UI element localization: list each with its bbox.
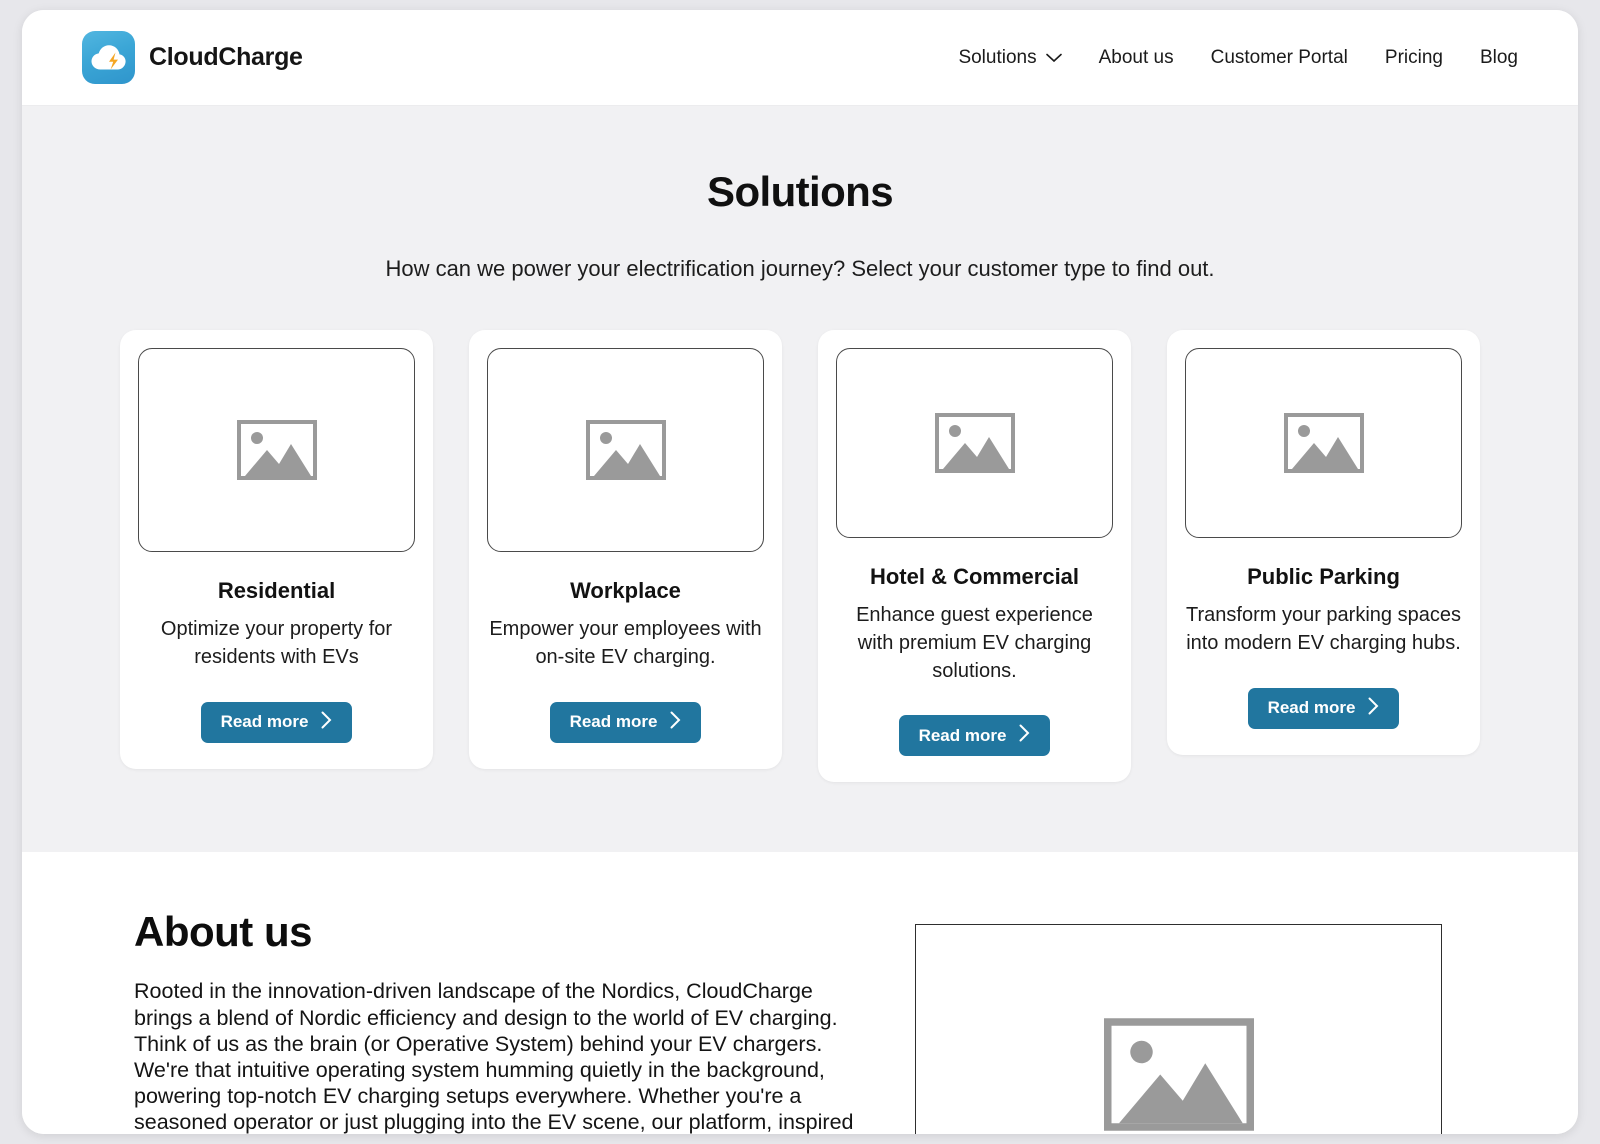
solution-card-hotel-commercial[interactable]: Hotel & Commercial Enhance guest experie…: [818, 330, 1131, 783]
nav-item-solutions-label: Solutions: [958, 46, 1037, 68]
page-title: Solutions: [707, 168, 894, 215]
site-header: CloudCharge Solutions About us Customer …: [22, 10, 1578, 106]
brand-name: CloudCharge: [149, 43, 303, 71]
main-nav: Solutions About us Customer Portal Prici…: [958, 47, 1518, 69]
solution-card-public-parking[interactable]: Public Parking Transform your parking sp…: [1167, 330, 1480, 755]
chevron-right-icon: [321, 711, 332, 734]
solution-cards-row: Residential Optimize your property for r…: [22, 330, 1578, 783]
chevron-right-icon: [1019, 724, 1030, 747]
card-title: Residential: [217, 578, 336, 603]
about-section: About us Rooted in the innovation-driven…: [22, 852, 1578, 1134]
nav-item-pricing-label: Pricing: [1384, 46, 1443, 68]
about-title: About us: [134, 908, 312, 956]
chevron-down-icon: [1045, 47, 1062, 69]
nav-item-about-us[interactable]: About us: [1099, 47, 1174, 69]
solutions-section: Solutions How can we power your electrif…: [22, 106, 1578, 853]
nav-item-about-us-label: About us: [1098, 46, 1174, 68]
nav-item-customer-portal[interactable]: Customer Portal: [1211, 47, 1348, 69]
card-title: Public Parking: [1247, 564, 1400, 589]
about-body: Rooted in the innovation-driven landscap…: [134, 979, 854, 1134]
chevron-right-icon: [1368, 697, 1379, 720]
chevron-right-icon: [670, 711, 681, 734]
about-text-column: About us Rooted in the innovation-driven…: [134, 908, 869, 1134]
brand-logo[interactable]: CloudCharge: [82, 31, 303, 84]
read-more-button[interactable]: Read more: [200, 701, 353, 743]
card-image-placeholder: [487, 348, 764, 552]
card-image-placeholder: [1185, 348, 1462, 538]
card-image-placeholder: [138, 348, 415, 552]
read-more-button[interactable]: Read more: [1247, 687, 1400, 729]
nav-item-blog[interactable]: Blog: [1480, 47, 1518, 69]
image-placeholder-icon: [585, 420, 666, 480]
read-more-label: Read more: [1267, 698, 1356, 718]
card-title: Workplace: [570, 578, 681, 603]
read-more-button[interactable]: Read more: [898, 715, 1051, 757]
read-more-label: Read more: [220, 712, 309, 732]
read-more-label: Read more: [569, 712, 658, 732]
cloud-lightning-icon: [82, 31, 135, 84]
image-placeholder-icon: [934, 413, 1015, 473]
solution-card-residential[interactable]: Residential Optimize your property for r…: [120, 330, 433, 769]
nav-item-pricing[interactable]: Pricing: [1385, 47, 1443, 69]
about-image-placeholder: [915, 924, 1442, 1134]
card-description: Enhance guest experience with premium EV…: [856, 604, 1093, 682]
card-image-placeholder: [836, 348, 1113, 538]
section-subtitle: How can we power your electrification jo…: [385, 256, 1215, 281]
card-description: Empower your employees with on-site EV c…: [489, 618, 762, 668]
read-more-button[interactable]: Read more: [549, 701, 702, 743]
solution-card-workplace[interactable]: Workplace Empower your employees with on…: [469, 330, 782, 769]
card-title: Hotel & Commercial: [869, 564, 1080, 589]
nav-item-customer-portal-label: Customer Portal: [1210, 46, 1348, 68]
about-image-column: [889, 908, 1468, 1134]
card-description: Optimize your property for residents wit…: [160, 618, 393, 668]
image-placeholder-icon: [1103, 1018, 1254, 1131]
nav-item-blog-label: Blog: [1479, 46, 1518, 68]
nav-item-solutions[interactable]: Solutions: [958, 46, 1062, 69]
read-more-label: Read more: [918, 725, 1007, 745]
image-placeholder-icon: [1283, 413, 1364, 473]
browser-window: CloudCharge Solutions About us Customer …: [22, 10, 1578, 1134]
card-description: Transform your parking spaces into moder…: [1186, 604, 1461, 654]
image-placeholder-icon: [236, 420, 317, 480]
